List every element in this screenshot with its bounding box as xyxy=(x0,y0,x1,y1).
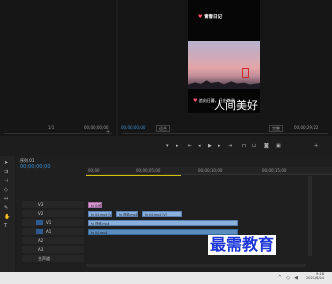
timeline-panel[interactable]: 序列 01 00;00;00;00 00;00 00;00;05;00 00;0… xyxy=(16,156,332,272)
heart-icon: ♥ xyxy=(193,98,198,104)
track-label: A2 xyxy=(38,238,44,243)
source-scrub-bar[interactable] xyxy=(4,133,112,134)
video-title: ♥ 青春日记 xyxy=(198,14,254,20)
track-target-toggle[interactable] xyxy=(36,220,43,225)
playback-quality-select[interactable]: 完整 xyxy=(269,125,283,132)
track-header-v3[interactable]: V3 xyxy=(22,201,84,208)
compare-icon[interactable]: ▣ xyxy=(276,143,281,149)
type-tool-icon[interactable]: T xyxy=(4,223,11,230)
export-frame-icon[interactable]: ◙ xyxy=(264,143,269,149)
go-to-in-icon[interactable]: ⇤ xyxy=(188,143,192,149)
watermark-logo: 最需教育 xyxy=(208,235,277,255)
track-label: V2 xyxy=(38,211,44,216)
video-clip[interactable]: fx 04.mp4 [V] xyxy=(142,211,182,217)
play-icon[interactable]: ▶ xyxy=(208,143,212,149)
track-label: V3 xyxy=(38,202,44,207)
go-to-out-icon[interactable]: ⇥ xyxy=(228,143,232,149)
video-preview: ♥ 青春日记 ♥ 追向日暮，日出常温 人间美好 xyxy=(188,0,260,113)
track-select-icon[interactable]: ⇉ xyxy=(4,169,11,176)
mark-in-icon[interactable]: ▾ xyxy=(166,143,169,149)
ruler-tick: 00;00;05;00 xyxy=(136,168,161,173)
sunset-sky xyxy=(188,41,260,89)
system-clock[interactable]: 9:18 2021/6/24 xyxy=(306,272,324,280)
pen-tool-icon[interactable]: ✎ xyxy=(4,205,11,212)
video-caption-large: 人间美好 xyxy=(214,99,258,112)
zoom-fit-select[interactable]: 适合 xyxy=(156,125,170,132)
source-add-icon[interactable]: + xyxy=(106,130,110,135)
title-clip[interactable]: fx 片段 xyxy=(88,202,102,208)
track-header-a2[interactable]: A2 xyxy=(22,237,84,244)
source-monitor[interactable]: 1/1 00;00;00;00 + xyxy=(0,0,116,136)
work-area-bar[interactable] xyxy=(86,175,181,176)
lift-icon[interactable]: ⊓ xyxy=(242,143,246,149)
ruler-tick: 00;00;15;00 xyxy=(262,168,287,173)
ruler-tick: 00;00;10;00 xyxy=(198,168,223,173)
step-back-icon[interactable]: ◂ xyxy=(198,143,201,149)
timeline-current-time[interactable]: 00;00;00;00 xyxy=(20,164,51,170)
video-clip[interactable]: fx 04.mp4 [V] xyxy=(88,211,112,217)
source-timecode: 00;00;00;00 xyxy=(84,125,109,130)
track-header-a1[interactable]: A1 xyxy=(22,228,84,235)
mark-out-icon[interactable]: ▸ xyxy=(176,143,179,149)
track-label: 主声道 xyxy=(38,256,50,261)
network-icon[interactable]: ◇ xyxy=(286,275,290,281)
razor-tool-icon[interactable]: ◇ xyxy=(4,187,11,194)
track-label: A3 xyxy=(38,247,44,252)
transport-controls: ▾ ▸ ⇤ ◂ ▶ ▸ ⇥ ⊓ ⊔ ◙ ▣ + xyxy=(118,141,332,151)
source-page-indicator: 1/1 xyxy=(48,125,55,130)
program-current-timecode[interactable]: 00;00;00;00 xyxy=(121,125,145,130)
selection-handle[interactable] xyxy=(242,68,249,78)
slip-tool-icon[interactable]: ↔ xyxy=(4,196,11,203)
video-clip[interactable]: fx 视频.mp4 xyxy=(88,220,238,226)
clock-date: 2021/6/24 xyxy=(306,276,324,280)
track-target-toggle[interactable] xyxy=(36,229,43,234)
hand-tool-icon[interactable]: ✋ xyxy=(4,214,11,221)
track-header-a3[interactable]: A3 xyxy=(22,246,84,253)
volume-icon[interactable]: ◀ xyxy=(294,275,298,281)
heart-icon: ♥ xyxy=(198,14,203,20)
track-header-v2[interactable]: V2 xyxy=(22,210,84,217)
add-button-icon[interactable]: + xyxy=(314,143,318,149)
track-label: V1 xyxy=(46,220,52,225)
video-clip[interactable]: fx 视频.mp4 xyxy=(116,211,138,217)
timeline-vertical-scrollbar[interactable] xyxy=(308,176,312,256)
video-title-text: 青春日记 xyxy=(204,15,223,20)
program-scrub-bar[interactable] xyxy=(122,133,328,134)
time-ruler[interactable]: 00;00 00;00;05;00 00;00;10;00 00;00;15;0… xyxy=(86,167,332,175)
tray-expand-icon[interactable]: ^ xyxy=(278,275,282,281)
track-header-v1[interactable]: V1 xyxy=(22,219,84,226)
taskbar: 9:18 2021/6/24 ◀ ◇ ^ xyxy=(0,272,332,284)
step-forward-icon[interactable]: ▸ xyxy=(218,143,221,149)
ruler-tick: 00;00 xyxy=(88,168,100,173)
program-duration: 00;00;29;22 xyxy=(294,125,319,130)
program-monitor[interactable]: ♥ 青春日记 ♥ 追向日暮，日出常温 人间美好 00;00;00;00 适合 完… xyxy=(118,0,332,136)
selection-tool-icon[interactable]: ➤ xyxy=(4,160,11,167)
track-label: A1 xyxy=(46,229,52,234)
timeline-horizontal-scrollbar[interactable] xyxy=(86,264,306,267)
extract-icon[interactable]: ⊔ xyxy=(252,143,256,149)
track-header-master[interactable]: 主声道 xyxy=(22,255,84,262)
ripple-edit-icon[interactable]: ⊣ xyxy=(4,178,11,185)
tools-panel: ➤ ⇉ ⊣ ◇ ↔ ✎ ✋ T xyxy=(0,156,15,272)
